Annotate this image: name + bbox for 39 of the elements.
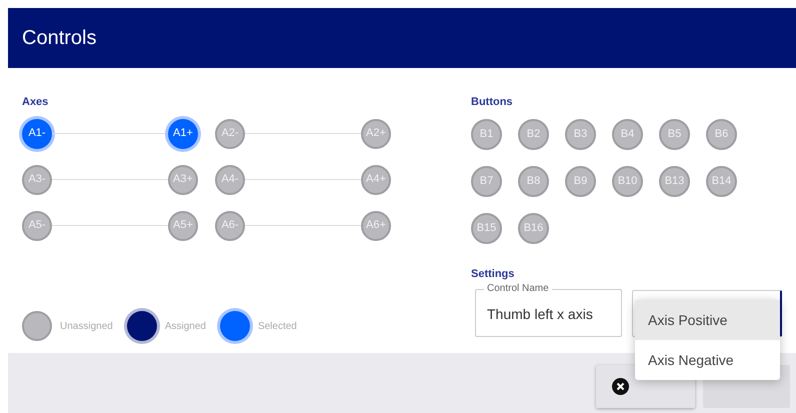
legend-label: Selected xyxy=(258,320,297,334)
axis-button[interactable]: A5+ xyxy=(168,210,198,240)
controller-button[interactable]: B3 xyxy=(565,118,596,150)
controller-button[interactable]: B14 xyxy=(706,166,737,196)
controller-button[interactable]: B5 xyxy=(659,118,690,150)
controller-button[interactable]: B15 xyxy=(471,212,502,244)
controller-button[interactable]: B13 xyxy=(659,166,690,196)
axis-button[interactable]: A6+ xyxy=(361,210,391,240)
field-value: Thumb left x axis xyxy=(487,305,593,324)
controller-button[interactable]: B1 xyxy=(471,118,502,150)
section-heading: Buttons xyxy=(471,95,514,110)
axis-button[interactable]: A1- xyxy=(22,118,52,148)
control-name-field[interactable]: Control Name Thumb left x axis xyxy=(475,282,622,337)
axis-button[interactable]: A5- xyxy=(22,210,52,240)
controller-button[interactable]: B9 xyxy=(565,166,596,196)
axis-button[interactable]: A1+ xyxy=(168,118,198,148)
controller-button[interactable]: B8 xyxy=(518,166,549,196)
window-title: Controls xyxy=(22,26,96,51)
axis-button[interactable]: A3+ xyxy=(168,164,198,194)
legend-label: Unassigned xyxy=(60,320,113,334)
axis-button[interactable]: A4+ xyxy=(361,164,391,194)
controller-button[interactable]: B10 xyxy=(612,166,643,196)
controller-button[interactable]: B4 xyxy=(612,118,643,150)
axis-button[interactable]: A3- xyxy=(22,164,52,194)
controller-button[interactable]: B6 xyxy=(706,118,737,150)
axis-button[interactable]: A4- xyxy=(215,164,245,194)
field-label: Control Name xyxy=(486,282,550,296)
menu-item[interactable]: Axis Positive xyxy=(635,300,780,340)
axis-button[interactable]: A2+ xyxy=(361,118,391,148)
axis-button[interactable]: A6- xyxy=(215,210,245,240)
legend-label: Assigned xyxy=(164,320,206,334)
controller-button[interactable]: B2 xyxy=(518,118,549,150)
section-heading: Settings xyxy=(471,266,516,282)
controller-button[interactable]: B7 xyxy=(471,166,502,196)
close-icon xyxy=(612,378,629,395)
axis-button[interactable]: A2- xyxy=(215,118,245,148)
section-heading: Axes xyxy=(22,95,50,110)
menu-item[interactable]: Axis Negative xyxy=(635,340,780,380)
controller-button[interactable]: B16 xyxy=(518,212,549,244)
